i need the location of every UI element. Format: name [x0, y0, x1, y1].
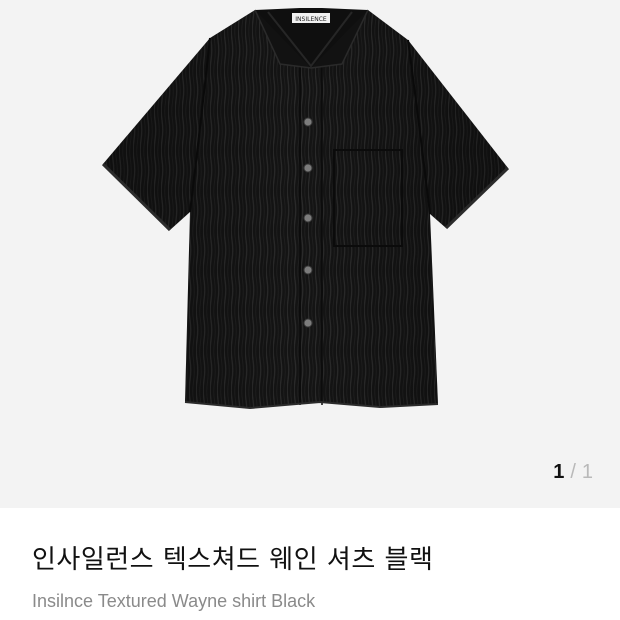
- product-title-korean: 인사일런스 텍스쳐드 웨인 셔츠 블랙: [32, 545, 434, 575]
- pager-total: 1: [581, 461, 593, 483]
- pager-separator: /: [570, 461, 576, 483]
- product-photo-shirt: INSILENCE: [101, 8, 510, 410]
- product-image-gallery[interactable]: INSILENCE 1/1: [0, 0, 620, 508]
- product-title-english: Insilnce Textured Wayne shirt Black: [32, 591, 316, 611]
- product-info: 인사일런스 텍스쳐드 웨인 셔츠 블랙 Insilnce Textured Wa…: [0, 508, 620, 613]
- pager-current: 1: [553, 461, 565, 483]
- svg-text:INSILENCE: INSILENCE: [295, 16, 327, 23]
- image-pager: 1/1: [553, 460, 593, 484]
